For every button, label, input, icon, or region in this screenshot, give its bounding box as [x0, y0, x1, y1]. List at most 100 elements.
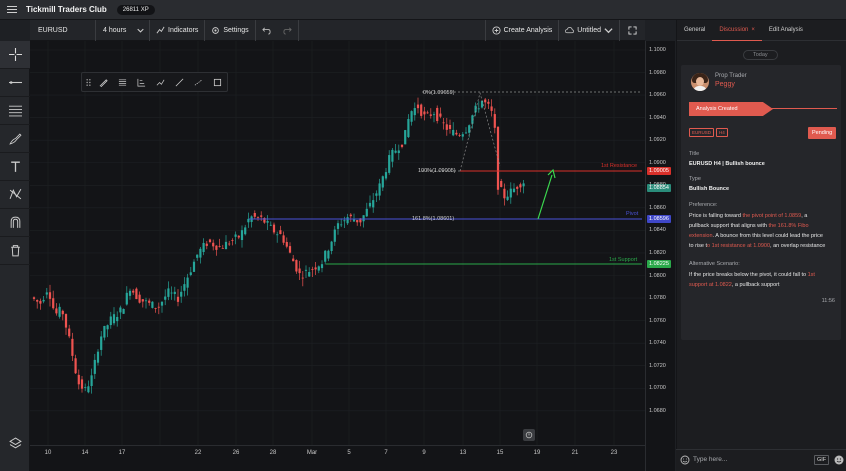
- candle-body: [384, 172, 388, 179]
- candle-body: [391, 149, 394, 162]
- candle-body: [410, 111, 413, 122]
- candle-body: [122, 308, 125, 314]
- candle-body: [45, 292, 48, 295]
- symbol-tag: EURUSD: [689, 128, 715, 137]
- candle-body: [32, 297, 36, 299]
- alt-scenario-text: If the price breaks below the pivot, it …: [689, 272, 815, 288]
- draw-tool-ray[interactable]: [170, 73, 189, 91]
- message-input[interactable]: Type here...: [693, 456, 727, 463]
- chevron-down-icon: [604, 27, 613, 33]
- candle-body: [253, 213, 256, 217]
- redo-icon: [283, 26, 292, 35]
- candle-body: [103, 325, 106, 338]
- gif-button[interactable]: GIF: [814, 455, 830, 465]
- symbol-selector[interactable]: EURUSD: [30, 19, 96, 41]
- layout-selector[interactable]: Untitled: [559, 19, 620, 41]
- settings-button[interactable]: Settings: [205, 19, 256, 41]
- candle-body: [141, 299, 144, 302]
- candle-body: [311, 269, 314, 270]
- candle-body: [77, 374, 80, 385]
- projection-arrow[interactable]: [537, 174, 553, 220]
- tool-text[interactable]: [0, 153, 30, 181]
- close-icon[interactable]: ×: [751, 27, 755, 33]
- candlestick-chart[interactable]: 0%(1.09659) 100%(1.09005) 161.8%(1.08601…: [30, 41, 645, 445]
- analysis-panel: General Discussion × Edit Analysis Today …: [676, 20, 846, 471]
- time-tick-label: 7: [384, 450, 388, 456]
- candle-body: [144, 300, 148, 302]
- draw-tool-rectangle[interactable]: [208, 73, 227, 91]
- candle-body: [180, 291, 183, 297]
- undo-button[interactable]: [256, 20, 277, 41]
- candle-body: [138, 294, 141, 303]
- tool-delete[interactable]: [0, 237, 30, 265]
- price-tick-label: 1.0980: [649, 69, 666, 76]
- cloud-icon: [565, 26, 575, 33]
- candle-body: [55, 308, 58, 314]
- draw-tool-position[interactable]: [132, 73, 151, 91]
- tab-general[interactable]: General: [677, 20, 712, 41]
- candle-body: [202, 242, 205, 252]
- candle-body: [151, 301, 154, 308]
- candle-body: [503, 188, 506, 199]
- candle-body: [135, 288, 138, 300]
- trend-line-icon: [8, 81, 22, 84]
- candle-body: [317, 266, 320, 271]
- tool-trend-line[interactable]: [0, 69, 30, 97]
- drag-handle[interactable]: [82, 73, 94, 91]
- tool-layers[interactable]: [0, 429, 30, 457]
- panel-tabs: General Discussion × Edit Analysis: [677, 20, 846, 41]
- time-tick-label: 17: [118, 450, 126, 456]
- tab-discussion[interactable]: Discussion ×: [712, 20, 762, 41]
- emoji-icon[interactable]: [680, 455, 690, 465]
- candle-body: [336, 223, 340, 229]
- candle-body: [269, 224, 272, 226]
- emoji-picker-icon[interactable]: [834, 455, 844, 465]
- redo-button[interactable]: [277, 19, 299, 41]
- candle-body: [464, 132, 468, 134]
- candle-body: [285, 241, 288, 247]
- tool-pattern[interactable]: [0, 181, 30, 209]
- draw-tool-path[interactable]: [151, 73, 170, 91]
- candle-body: [183, 284, 186, 291]
- analysis-message: Prop Trader Peggy Analysis Created EURUS…: [681, 65, 841, 340]
- indicators-button[interactable]: Indicators: [150, 19, 206, 41]
- preference-label: Preference:: [689, 202, 718, 208]
- candle-body: [448, 124, 452, 129]
- time-tick-label: Mar: [306, 450, 318, 456]
- candle-body: [64, 314, 68, 328]
- author-name[interactable]: Peggy: [715, 81, 735, 88]
- title-label: Title: [689, 151, 700, 157]
- tool-magnet[interactable]: [0, 209, 30, 237]
- tool-crosshair[interactable]: [0, 41, 30, 69]
- price-chart[interactable]: 0%(1.09659) 100%(1.09005) 161.8%(1.08601…: [30, 41, 645, 445]
- draw-tool-extended[interactable]: [189, 73, 208, 91]
- hamburger-menu-icon[interactable]: [0, 0, 24, 20]
- alt-scenario-label: Alternative Scenario:: [689, 261, 740, 267]
- avatar[interactable]: [691, 73, 709, 91]
- candle-body: [295, 260, 298, 272]
- draw-tool-brush[interactable]: [94, 73, 113, 91]
- time-tick-label: 9: [422, 450, 426, 456]
- candle-body: [413, 108, 416, 116]
- chart-center-icon[interactable]: [523, 429, 535, 441]
- candle-body: [490, 106, 493, 111]
- candle-body: [90, 375, 93, 387]
- horizontal-lines-icon: [118, 78, 127, 86]
- candle-body: [346, 217, 349, 224]
- brush-icon: [99, 78, 108, 87]
- candle-body: [407, 118, 410, 138]
- draw-tool-hlines[interactable]: [113, 73, 132, 91]
- fullscreen-button[interactable]: [620, 20, 645, 41]
- create-analysis-button[interactable]: Create Analysis: [484, 19, 560, 41]
- interval-selector[interactable]: 4 hours: [96, 19, 150, 41]
- tab-edit-analysis[interactable]: Edit Analysis: [762, 20, 810, 41]
- interval-label: 4 hours: [103, 26, 127, 34]
- time-axis: 10 14 17 22 26 28 Mar 5 7 9 13 15 19 21 23: [30, 445, 645, 471]
- candle-body: [458, 135, 461, 136]
- candle-body: [167, 288, 170, 297]
- tool-brush[interactable]: [0, 125, 30, 153]
- resistance-price-label: 1.09005: [647, 167, 671, 175]
- candle-body: [205, 243, 208, 246]
- tool-fib[interactable]: [0, 97, 30, 125]
- brush-icon: [8, 133, 22, 145]
